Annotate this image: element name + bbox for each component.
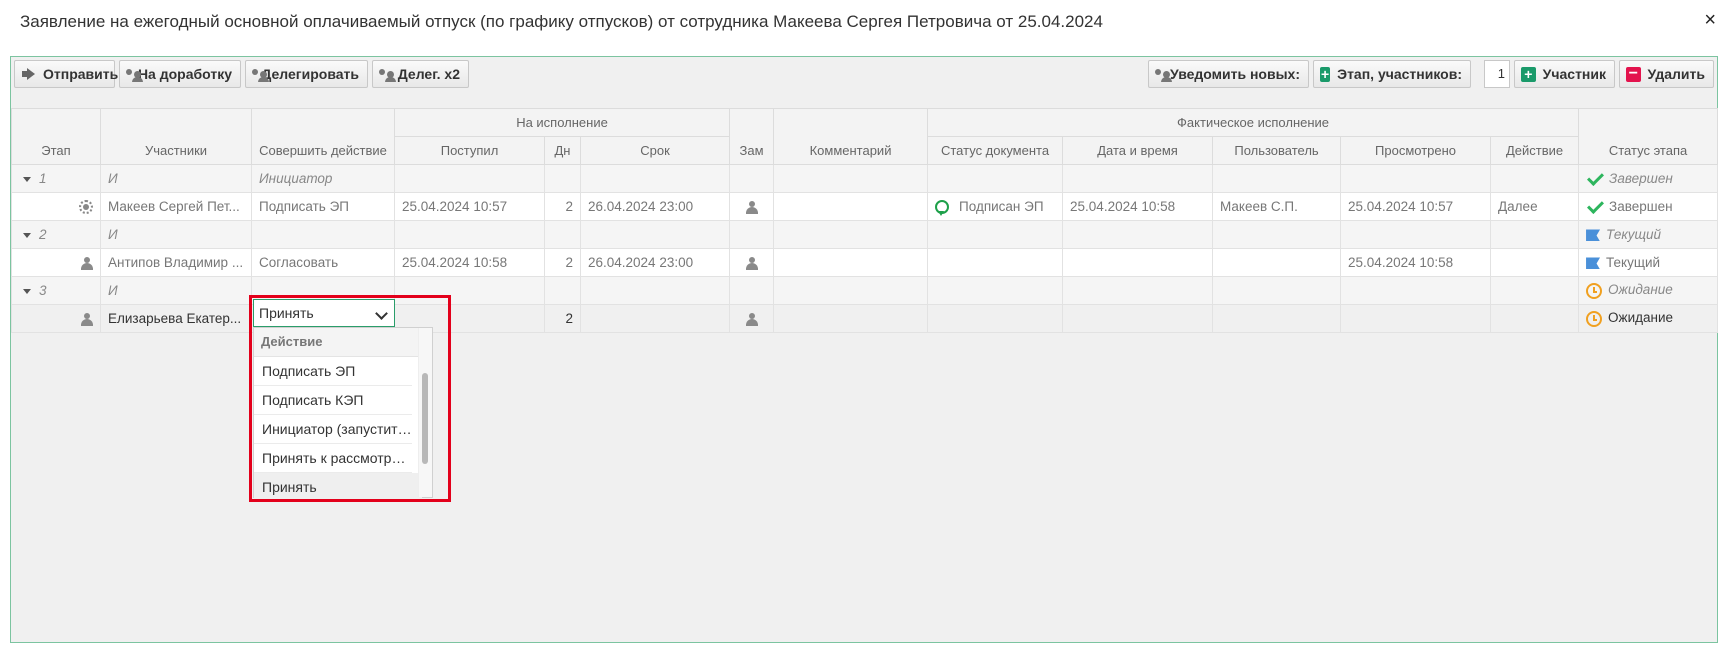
collapse-caret-icon[interactable] bbox=[23, 176, 31, 182]
col-action[interactable]: Совершить действие bbox=[251, 108, 395, 165]
user-icon bbox=[81, 312, 93, 326]
col-deputy[interactable]: Зам bbox=[729, 108, 775, 165]
col-act[interactable]: Действие bbox=[1490, 136, 1580, 165]
col-stage-status[interactable]: Статус этапа bbox=[1578, 108, 1719, 165]
option-accept-review[interactable]: Принять к рассмотрению bbox=[254, 444, 412, 473]
participant-row[interactable]: Макеев Сергей Пет... Подписать ЭП 25.04.… bbox=[11, 192, 1719, 221]
user-icon bbox=[81, 256, 93, 270]
clock-icon bbox=[1586, 310, 1603, 327]
col-datetime[interactable]: Дата и время bbox=[1062, 136, 1214, 165]
send-button[interactable]: Отправить bbox=[14, 60, 118, 88]
collapse-caret-icon[interactable] bbox=[23, 288, 31, 294]
col-deadline[interactable]: Срок bbox=[579, 136, 731, 165]
user-icon[interactable] bbox=[745, 200, 758, 214]
col-received[interactable]: Поступил bbox=[394, 136, 545, 165]
col-viewed[interactable]: Просмотрено bbox=[1340, 136, 1492, 165]
delete-button[interactable]: − Удалить bbox=[1619, 60, 1714, 88]
signature-badge-icon bbox=[935, 200, 950, 217]
dropdown-scrollbar[interactable] bbox=[422, 373, 428, 464]
action-dropdown: Действие Подписать ЭП Подписать КЭП Иниц… bbox=[253, 327, 433, 502]
col-comment[interactable]: Комментарий bbox=[773, 108, 929, 165]
participants-count-input[interactable]: 1 bbox=[1484, 60, 1510, 88]
option-sign-ep[interactable]: Подписать ЭП bbox=[254, 357, 412, 386]
delegate-x2-button[interactable]: Делег. х2 bbox=[372, 60, 469, 88]
col-participants[interactable]: Участники bbox=[100, 108, 252, 165]
collapse-caret-icon[interactable] bbox=[23, 232, 31, 238]
users-arrow-icon bbox=[252, 67, 269, 82]
plus-icon: + bbox=[1320, 65, 1331, 82]
users-arrow-icon bbox=[1155, 67, 1172, 82]
add-stage-button[interactable]: + Этап, участников: bbox=[1313, 60, 1471, 88]
stage-row-2[interactable]: 2 И Текущий bbox=[11, 220, 1719, 249]
option-accept[interactable]: Принять bbox=[254, 473, 422, 502]
add-participant-button[interactable]: + Участник bbox=[1514, 60, 1615, 88]
close-icon[interactable]: × bbox=[1704, 10, 1716, 30]
plus-icon: + bbox=[1521, 66, 1536, 82]
arrow-right-icon bbox=[22, 68, 35, 80]
option-initiator[interactable]: Инициатор (запустить м... bbox=[254, 415, 412, 444]
dropdown-scrollbar-track[interactable] bbox=[418, 328, 432, 497]
rework-button[interactable]: На доработку bbox=[119, 60, 241, 88]
gear-icon bbox=[79, 200, 93, 215]
flag-icon bbox=[1586, 229, 1601, 242]
delegate-button[interactable]: Делегировать bbox=[245, 60, 368, 88]
user-icon[interactable] bbox=[745, 312, 758, 326]
col-doc-status[interactable]: Статус документа bbox=[927, 136, 1064, 165]
check-icon bbox=[1587, 197, 1605, 215]
users-arrow-icon bbox=[379, 67, 396, 82]
notify-new-button[interactable]: Уведомить новых: bbox=[1148, 60, 1309, 88]
dropdown-header: Действие bbox=[254, 328, 432, 357]
col-user[interactable]: Пользователь bbox=[1212, 136, 1342, 165]
group-actual: Фактическое исполнение bbox=[927, 108, 1580, 137]
clock-icon bbox=[1586, 282, 1603, 299]
dialog-title: Заявление на ежегодный основной оплачива… bbox=[20, 12, 1103, 31]
col-days[interactable]: Дн bbox=[544, 136, 581, 165]
chevron-down-icon[interactable] bbox=[375, 307, 388, 320]
col-stage[interactable]: Этап bbox=[11, 108, 101, 165]
flag-icon bbox=[1586, 257, 1601, 270]
participant-row[interactable]: Антипов Владимир ... Согласовать 25.04.2… bbox=[11, 248, 1719, 277]
stage-row-1[interactable]: 1 И Инициатор Завершен bbox=[11, 164, 1719, 193]
toolbar: Отправить На доработку Делегировать Деле… bbox=[14, 60, 1714, 90]
option-sign-kep[interactable]: Подписать КЭП bbox=[254, 386, 412, 415]
users-arrow-icon bbox=[126, 67, 143, 82]
action-select[interactable]: Принять bbox=[253, 299, 395, 327]
user-icon[interactable] bbox=[745, 256, 758, 270]
group-execution: На исполнение bbox=[393, 108, 731, 137]
check-icon bbox=[1587, 169, 1605, 187]
minus-icon: − bbox=[1626, 65, 1641, 82]
